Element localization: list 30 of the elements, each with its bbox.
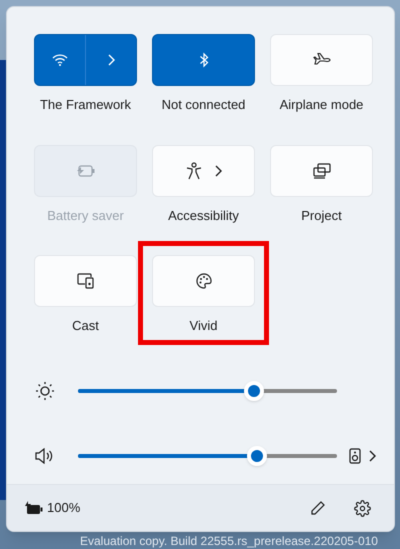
tile-label: Not connected [162,96,246,114]
speaker-device-icon [349,448,361,464]
person-icon [186,162,202,180]
tile-label: Airplane mode [280,96,364,114]
monitors-icon [312,162,330,178]
chevron-icon [107,54,115,66]
tile-label: Cast [72,317,99,335]
bluetooth-icon [198,52,208,68]
slider-thumb[interactable] [244,380,264,400]
battery-saver-icon [76,164,96,176]
slider-thumb[interactable] [246,446,267,466]
pencil-icon [310,500,326,516]
speaker-icon [35,448,55,464]
tile-label: Project [301,206,342,225]
battery-charging-icon [24,501,44,515]
toggle-button[interactable] [152,34,255,86]
evaluation-notice: Evaluation copy. Build 22555.rs_prerelease.220205-010 [80,534,378,548]
tile-label: The Framework [40,96,132,114]
output-device-button[interactable] [349,448,376,464]
tile-label: Vivid [190,317,218,335]
settings-icon [354,500,370,516]
chevron-icon [214,164,222,176]
brightness-icon [35,380,55,400]
chevron-icon [368,450,376,462]
palette-icon [196,273,212,289]
tile-label: Battery saver [47,206,124,225]
tile-label: Accessibility [168,206,239,225]
wifi-icon [52,53,68,67]
cast-icon [76,273,94,289]
battery-percentage: 100% [47,499,80,518]
